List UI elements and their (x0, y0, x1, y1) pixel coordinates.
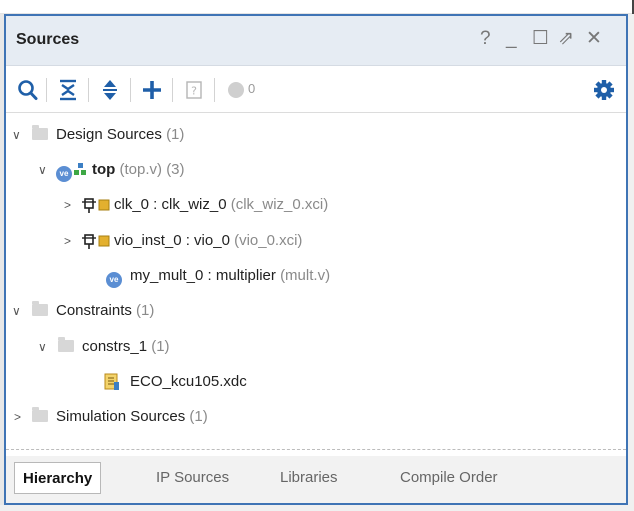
toolbar-separator (46, 78, 47, 102)
tree-row-xdc[interactable]: ECO_kcu105.xdc (6, 370, 606, 394)
top-count: (3) (166, 161, 185, 178)
xdc-label: ECO_kcu105.xdc (130, 373, 247, 390)
constrs-label: constrs_1 (82, 338, 148, 355)
sources-panel: Sources ? _ ☐ ⇗ ✕ ? 0 ∨ Design Sources (… (4, 14, 628, 505)
tree-row-clk[interactable]: > clk_0 : clk_wiz_0 (clk_wiz_0.xci) (6, 193, 606, 217)
design-sources-label: Design Sources (56, 126, 162, 143)
panel-title: Sources (16, 31, 80, 48)
folder-icon (32, 405, 48, 429)
maximize-button[interactable]: ☐ (532, 28, 549, 50)
ip-core-icon (82, 229, 112, 261)
vio-label: vio_inst_0 : vio_0 (114, 232, 230, 249)
tree-row-constrs[interactable]: ∨ constrs_1 (1) (6, 335, 606, 359)
verilog-module-icon: ve (56, 158, 72, 182)
mult-file: (mult.v) (280, 267, 331, 284)
tabs-divider (6, 449, 626, 450)
collapse-all-icon[interactable] (56, 77, 80, 103)
tree-row-constraints[interactable]: ∨ Constraints (1) (6, 299, 606, 323)
toolbar-separator (214, 78, 215, 102)
constraints-count: (1) (136, 302, 155, 319)
minimize-button[interactable]: _ (506, 28, 517, 50)
chevron-down-icon[interactable]: ∨ (12, 299, 26, 323)
expand-all-icon[interactable] (98, 77, 122, 103)
help-icon[interactable]: ? (182, 77, 206, 103)
panel-toolbar: ? 0 (6, 67, 626, 113)
search-icon[interactable] (16, 77, 40, 103)
simulation-count: (1) (189, 408, 208, 425)
simulation-label: Simulation Sources (56, 408, 186, 425)
constraint-file-icon (104, 373, 120, 399)
chevron-down-icon[interactable]: ∨ (38, 335, 52, 359)
ip-core-icon (82, 193, 112, 225)
folder-icon (32, 123, 48, 147)
view-tabs: Hierarchy IP Sources Libraries Compile O… (6, 456, 626, 503)
tree-row-design-sources[interactable]: ∨ Design Sources (1) (6, 123, 606, 147)
panel-titlebar: Sources ? _ ☐ ⇗ ✕ (6, 16, 626, 66)
constrs-count: (1) (151, 338, 170, 355)
outer-right-edge (628, 14, 634, 511)
add-icon[interactable] (140, 77, 164, 103)
chevron-right-icon[interactable]: > (14, 405, 28, 429)
status-count: 0 (248, 81, 256, 96)
float-button[interactable]: ⇗ (558, 28, 574, 50)
toolbar-separator (88, 78, 89, 102)
tree-row-vio[interactable]: > vio_inst_0 : vio_0 (vio_0.xci) (6, 229, 606, 253)
outer-bottom-edge (0, 505, 634, 511)
help-button[interactable]: ? (480, 28, 491, 50)
constraints-label: Constraints (56, 302, 132, 319)
tab-compile-order[interactable]: Compile Order (392, 462, 506, 494)
toolbar-separator (130, 78, 131, 102)
design-sources-count: (1) (166, 126, 185, 143)
folder-icon (58, 335, 74, 359)
clk-label: clk_0 : clk_wiz_0 (114, 196, 227, 213)
tree-row-top[interactable]: ∨ ve top (top.v) (3) (6, 158, 606, 182)
chevron-down-icon[interactable]: ∨ (12, 123, 26, 147)
toolbar-separator (172, 78, 173, 102)
top-file: (top.v) (119, 161, 163, 178)
top-label: top (92, 161, 116, 178)
close-button[interactable]: ✕ (586, 28, 602, 50)
chevron-right-icon[interactable]: > (64, 229, 78, 253)
tab-hierarchy[interactable]: Hierarchy (14, 462, 102, 494)
tree-row-simulation[interactable]: > Simulation Sources (1) (6, 405, 606, 429)
vio-file: (vio_0.xci) (234, 232, 303, 249)
hierarchy-icon (74, 158, 86, 182)
status-circle-icon (226, 77, 246, 103)
tab-libraries[interactable]: Libraries (272, 462, 346, 494)
chevron-down-icon[interactable]: ∨ (38, 158, 52, 182)
folder-icon (32, 299, 48, 323)
tab-ip-sources[interactable]: IP Sources (148, 462, 237, 494)
chevron-right-icon[interactable]: > (64, 193, 78, 217)
clk-file: (clk_wiz_0.xci) (230, 196, 329, 213)
mult-label: my_mult_0 : multiplier (130, 267, 276, 284)
tree-row-mult[interactable]: ve my_mult_0 : multiplier (mult.v) (6, 264, 606, 288)
window-frame: Sources ? _ ☐ ⇗ ✕ ? 0 ∨ Design Sources (… (0, 0, 634, 511)
svg-text:?: ? (191, 85, 197, 98)
gear-icon[interactable] (592, 77, 616, 103)
verilog-module-icon: ve (106, 264, 122, 288)
sources-tree: ∨ Design Sources (1) ∨ ve top (top.v) (3… (6, 113, 626, 449)
top-strip (0, 0, 634, 14)
